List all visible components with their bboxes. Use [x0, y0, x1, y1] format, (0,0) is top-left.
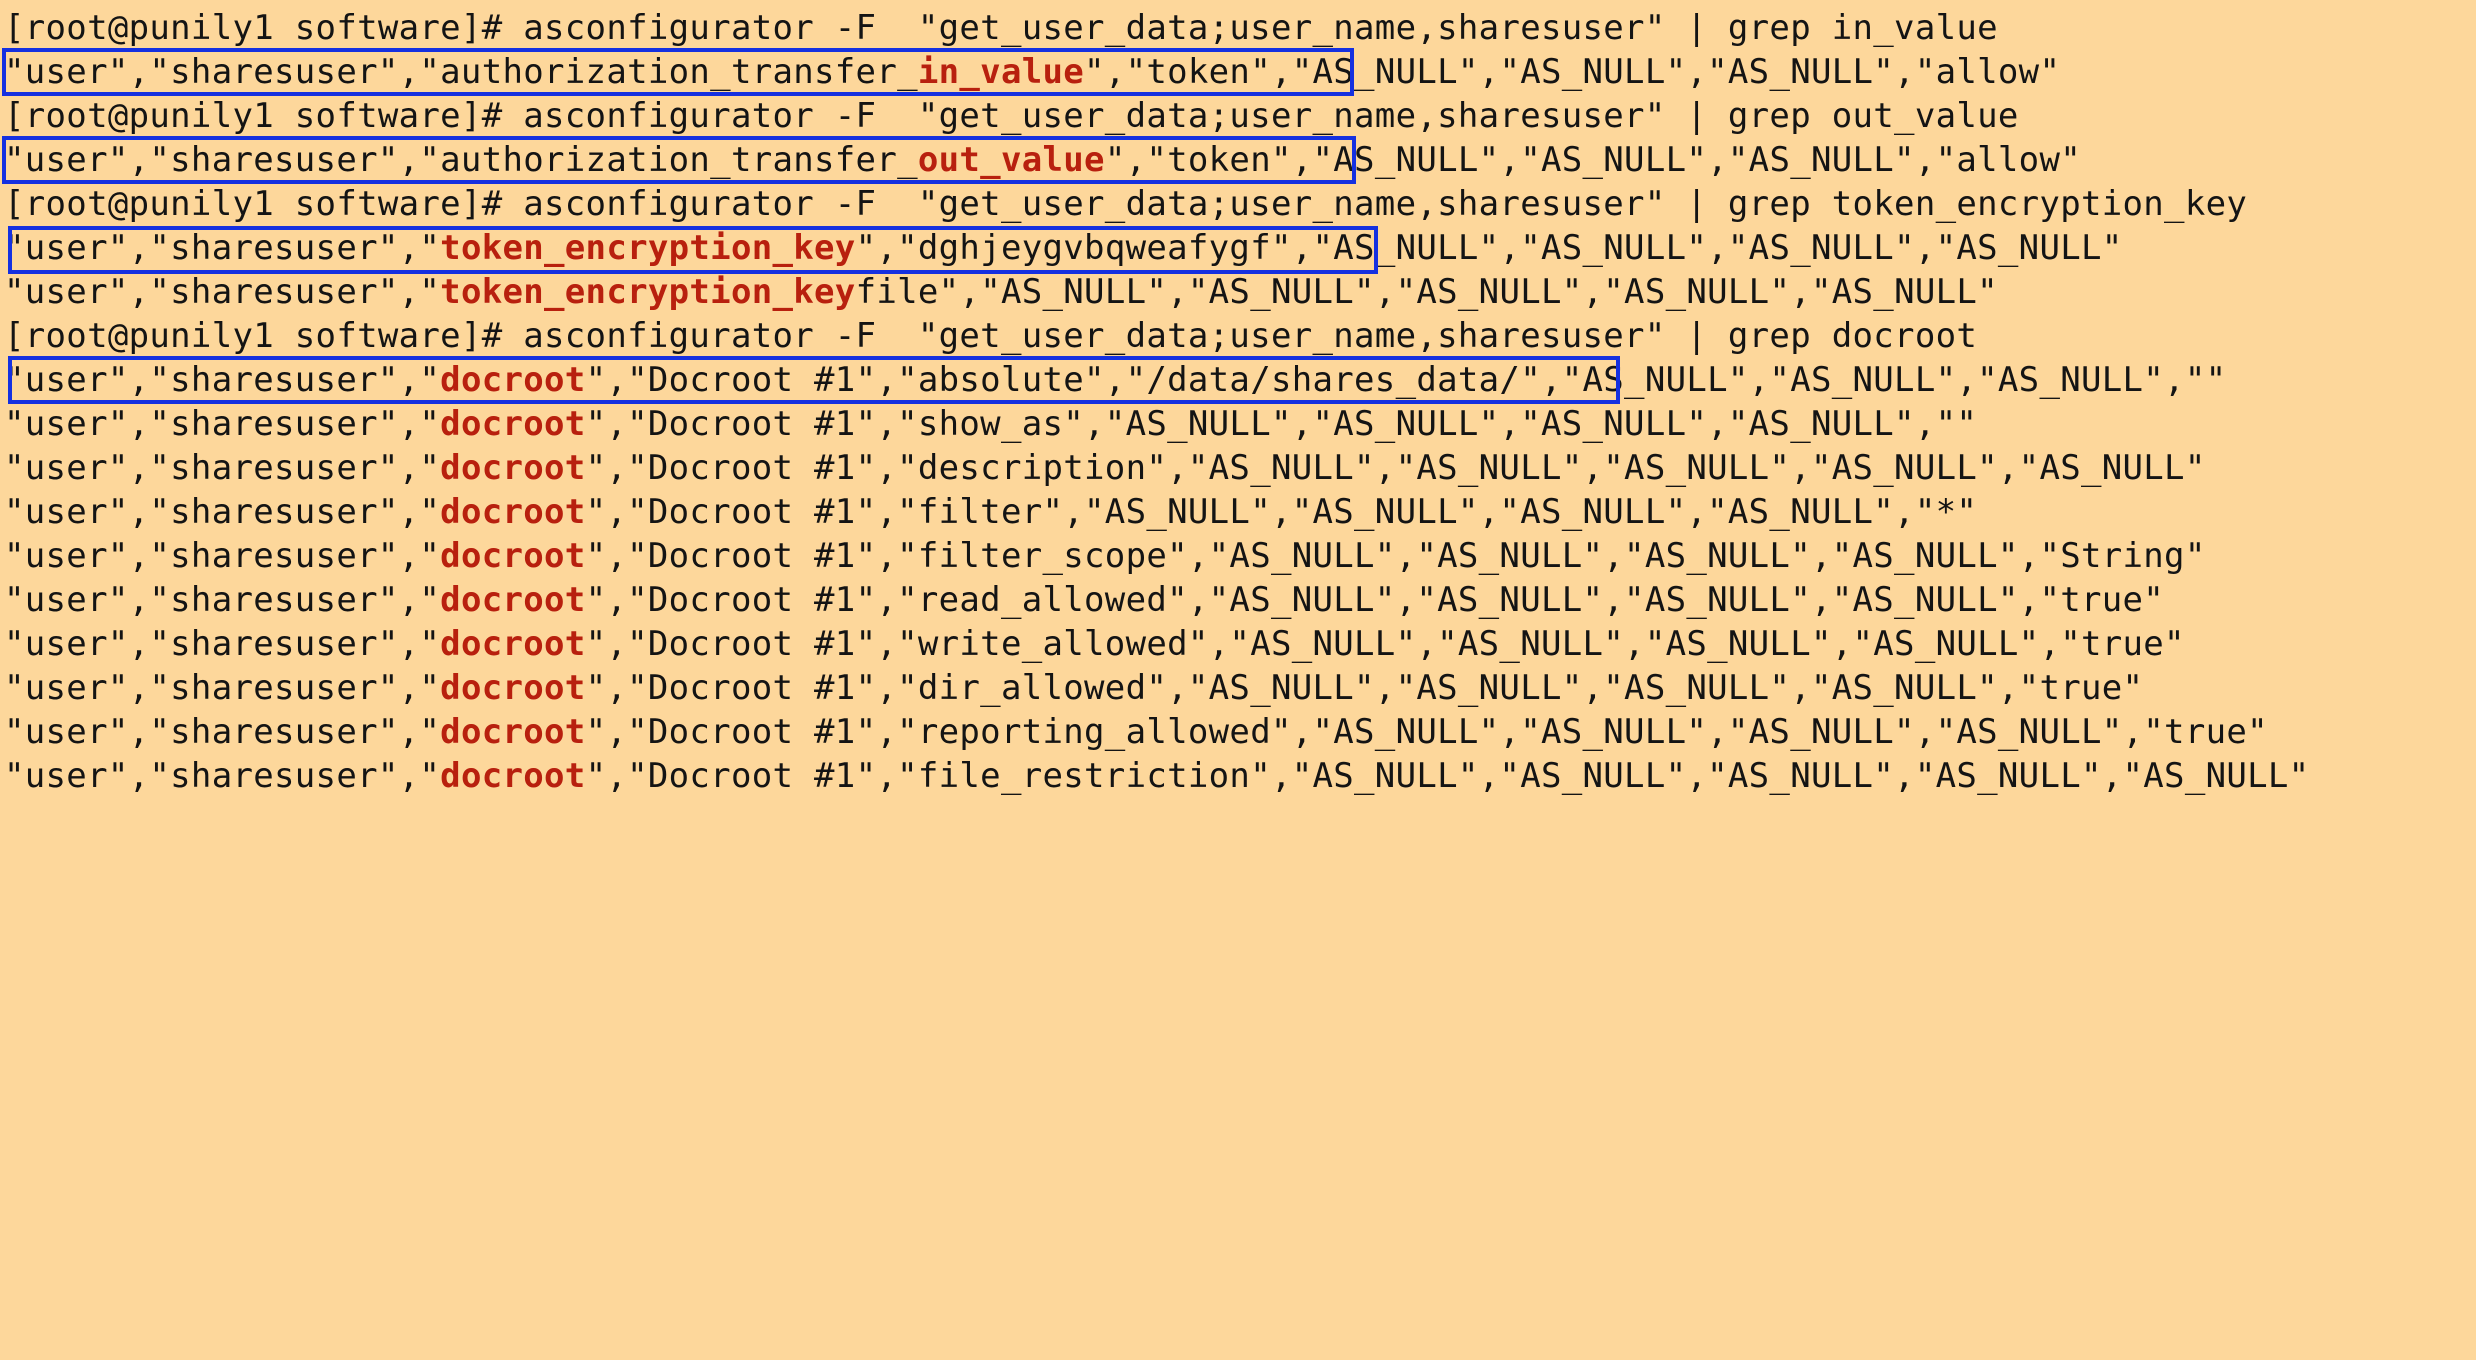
output-line: "user","sharesuser","docroot","Docroot #… [4, 622, 2185, 666]
command-text: [root@punily1 software]# asconfigurator … [4, 96, 2019, 136]
output-line: "user","sharesuser","docroot","Docroot #… [4, 578, 2164, 622]
output-text: ","Docroot #1","dir_allowed","AS_NULL","… [585, 668, 2144, 708]
command-line: [root@punily1 software]# asconfigurator … [4, 6, 1998, 50]
output-line: "user","sharesuser","authorization_trans… [4, 138, 2081, 182]
command-text: [root@punily1 software]# asconfigurator … [4, 316, 1978, 356]
output-text: "user","sharesuser"," [4, 580, 441, 620]
output-line: "user","sharesuser","docroot","Docroot #… [4, 490, 1977, 534]
grep-match: docroot [440, 448, 586, 488]
command-text: [root@punily1 software]# asconfigurator … [4, 8, 1998, 48]
output-text: "user","sharesuser"," [4, 536, 441, 576]
output-line: "user","sharesuser","docroot","Docroot #… [4, 446, 2206, 490]
output-text: ","token","AS_NULL","AS_NULL","AS_NULL",… [1104, 140, 2081, 180]
output-text: ","Docroot #1","filter_scope","AS_NULL",… [585, 536, 2206, 576]
output-text: ","Docroot #1","file_restriction","AS_NU… [585, 756, 2310, 796]
output-text: ","token","AS_NULL","AS_NULL","AS_NULL",… [1084, 52, 2061, 92]
command-text: [root@punily1 software]# asconfigurator … [4, 184, 2248, 224]
output-text: "user","sharesuser"," [4, 360, 441, 400]
output-line: "user","sharesuser","docroot","Docroot #… [4, 710, 2268, 754]
grep-match: docroot [440, 492, 586, 532]
grep-match: out_value [917, 140, 1105, 180]
output-line: "user","sharesuser","token_encryption_ke… [4, 226, 2123, 270]
command-line: [root@punily1 software]# asconfigurator … [4, 182, 2247, 226]
output-text: "user","sharesuser"," [4, 228, 441, 268]
grep-match: in_value [917, 52, 1085, 92]
output-text: "user","sharesuser"," [4, 756, 441, 796]
grep-match: docroot [440, 756, 586, 796]
grep-match: docroot [440, 624, 586, 664]
output-text: "user","sharesuser"," [4, 272, 441, 312]
output-text: "user","sharesuser"," [4, 404, 441, 444]
output-line: "user","sharesuser","docroot","Docroot #… [4, 402, 1977, 446]
output-line: "user","sharesuser","token_encryption_ke… [4, 270, 1998, 314]
output-text: file","AS_NULL","AS_NULL","AS_NULL","AS_… [855, 272, 1998, 312]
grep-match: docroot [440, 404, 586, 444]
output-line: "user","sharesuser","docroot","Docroot #… [4, 666, 2143, 710]
output-text: "user","sharesuser"," [4, 492, 441, 532]
output-line: "user","sharesuser","authorization_trans… [4, 50, 2060, 94]
output-text: ","Docroot #1","filter","AS_NULL","AS_NU… [585, 492, 1978, 532]
output-text: ","dghjeygvbqweafygf","AS_NULL","AS_NULL… [855, 228, 2123, 268]
grep-match: docroot [440, 580, 586, 620]
output-line: "user","sharesuser","docroot","Docroot #… [4, 754, 2309, 798]
grep-match: token_encryption_key [440, 272, 856, 312]
output-text: "user","sharesuser","authorization_trans… [4, 52, 918, 92]
grep-match: token_encryption_key [440, 228, 856, 268]
output-text: ","Docroot #1","absolute","/data/shares_… [585, 360, 2227, 400]
output-text: "user","sharesuser"," [4, 448, 441, 488]
command-line: [root@punily1 software]# asconfigurator … [4, 94, 2019, 138]
terminal-window[interactable]: [root@punily1 software]# asconfigurator … [0, 0, 2476, 804]
output-line: "user","sharesuser","docroot","Docroot #… [4, 534, 2206, 578]
output-text: ","Docroot #1","write_allowed","AS_NULL"… [585, 624, 2185, 664]
output-text: ","Docroot #1","show_as","AS_NULL","AS_N… [585, 404, 1978, 444]
output-text: "user","sharesuser","authorization_trans… [4, 140, 918, 180]
output-text: "user","sharesuser"," [4, 668, 441, 708]
output-text: "user","sharesuser"," [4, 624, 441, 664]
output-text: ","Docroot #1","read_allowed","AS_NULL",… [585, 580, 2165, 620]
output-text: "user","sharesuser"," [4, 712, 441, 752]
grep-match: docroot [440, 360, 586, 400]
grep-match: docroot [440, 668, 586, 708]
output-text: ","Docroot #1","reporting_allowed","AS_N… [585, 712, 2268, 752]
output-text: ","Docroot #1","description","AS_NULL","… [585, 448, 2206, 488]
grep-match: docroot [440, 712, 586, 752]
command-line: [root@punily1 software]# asconfigurator … [4, 314, 1977, 358]
grep-match: docroot [440, 536, 586, 576]
output-line: "user","sharesuser","docroot","Docroot #… [4, 358, 2226, 402]
